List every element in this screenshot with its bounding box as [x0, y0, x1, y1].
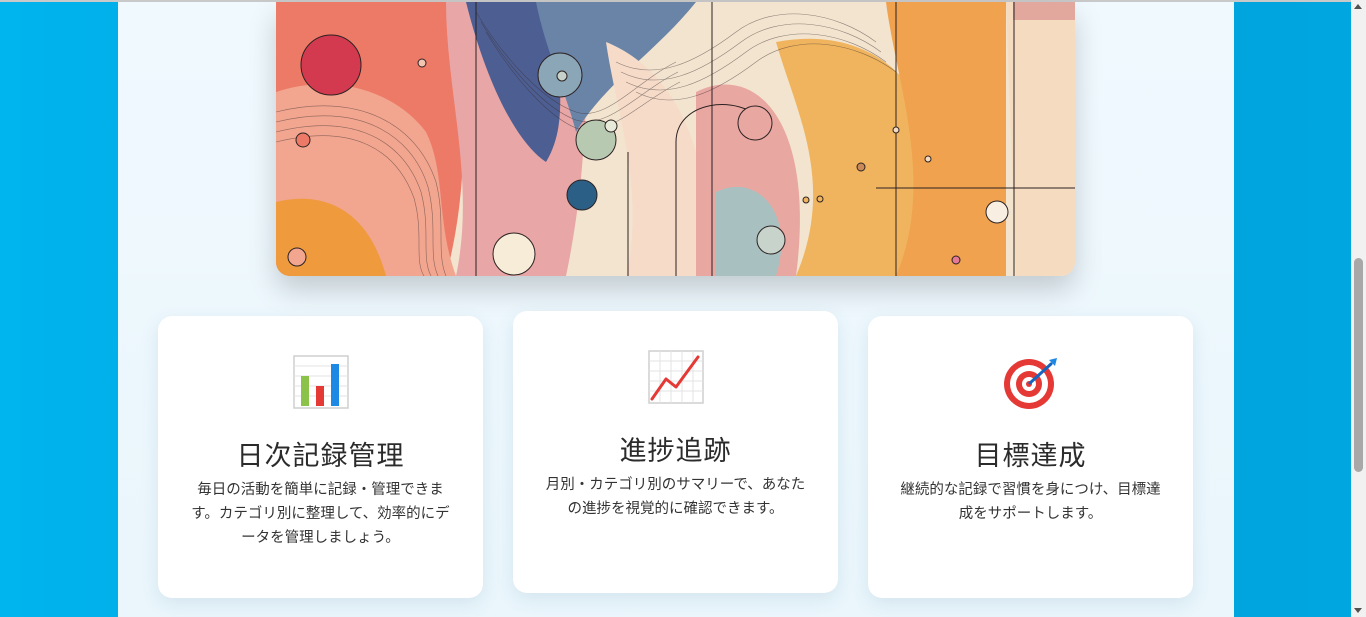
- feature-description: 月別・カテゴリ別のサマリーで、あなたの進捗を視覚的に確認できます。: [545, 477, 806, 517]
- target-icon: [868, 354, 1193, 414]
- hero-image: [276, 2, 1075, 276]
- bar-chart-icon: [158, 354, 483, 414]
- feature-description: 継続的な記録で習慣を身につけ、目標達成をサポートします。: [900, 482, 1161, 522]
- scroll-up-arrow-icon[interactable]: [1354, 4, 1362, 9]
- scroll-down-arrow-icon[interactable]: [1354, 608, 1362, 613]
- feature-title: 進捗追跡: [619, 436, 732, 467]
- trend-chart-icon: [513, 349, 838, 409]
- scrollbar-thumb[interactable]: [1354, 258, 1363, 472]
- feature-description: 毎日の活動を簡単に記録・管理できます。カテゴリ別に整理して、効率的にデータを管理…: [191, 482, 450, 546]
- feature-card-progress: 進捗追跡 月別・カテゴリ別のサマリーで、あなたの進捗を視覚的に確認できます。: [513, 311, 838, 593]
- vertical-scrollbar[interactable]: [1351, 0, 1366, 617]
- feature-card-daily-record: 日次記録管理 毎日の活動を簡単に記録・管理できます。カテゴリ別に整理して、効率的…: [158, 316, 483, 598]
- feature-card-goal: 目標達成 継続的な記録で習慣を身につけ、目標達成をサポートします。: [868, 316, 1193, 598]
- feature-title: 日次記録管理: [236, 441, 405, 472]
- feature-title: 目標達成: [974, 441, 1087, 472]
